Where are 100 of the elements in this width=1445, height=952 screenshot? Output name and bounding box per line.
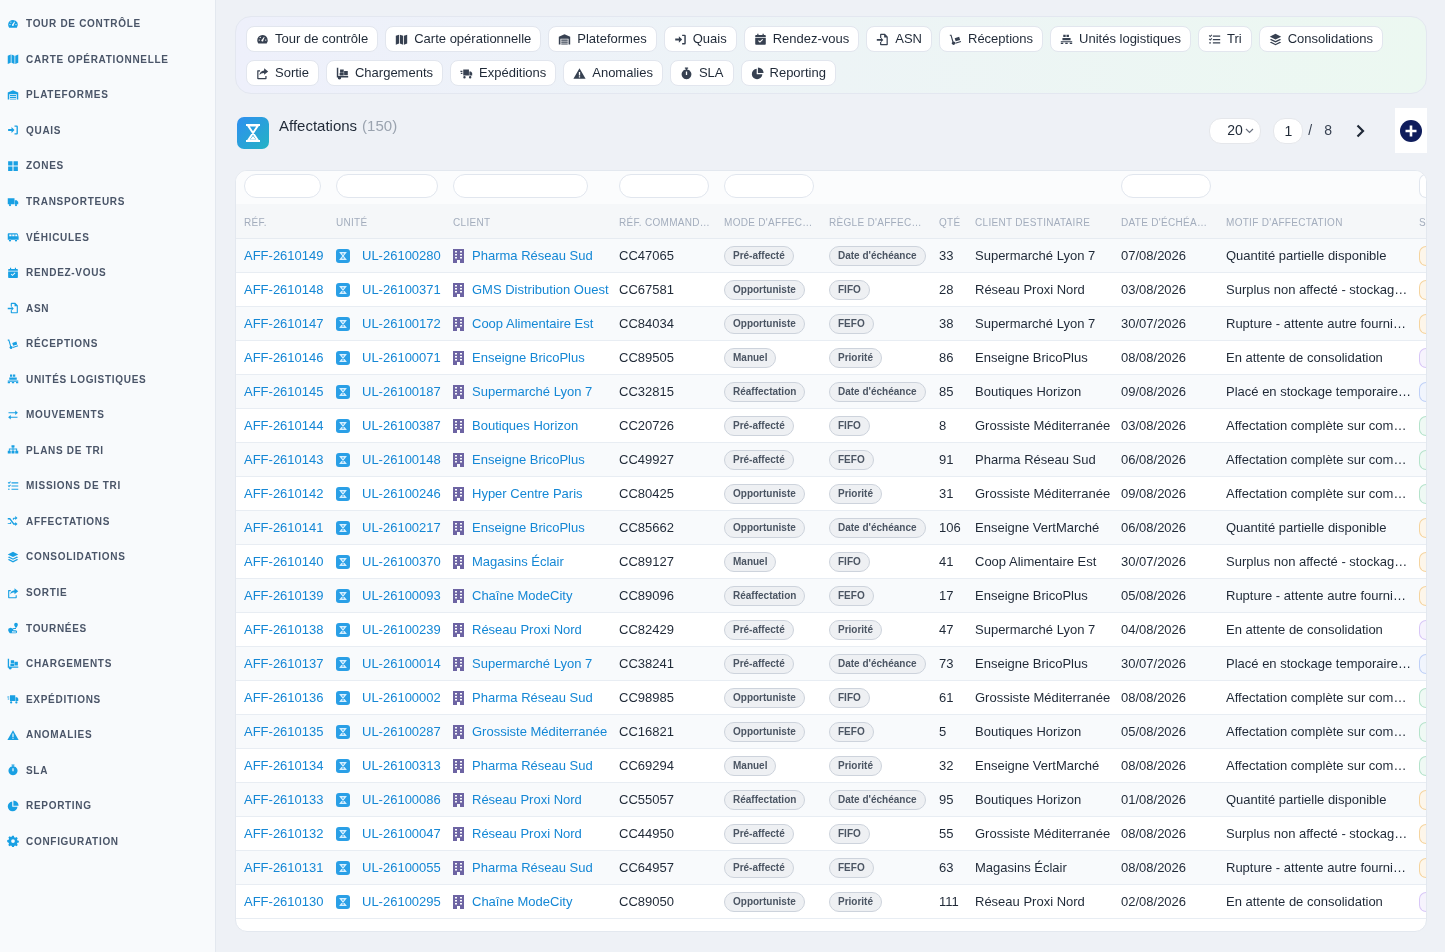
unit-link[interactable]: UL-26100014 <box>362 653 441 674</box>
sidebar-item[interactable]: ASN <box>0 290 215 326</box>
unit-link[interactable]: UL-26100371 <box>362 279 441 300</box>
nav-tab[interactable]: ASN <box>866 26 932 52</box>
reference-link[interactable]: AFF-2610137 <box>244 653 324 674</box>
unit-link[interactable]: UL-26100246 <box>362 483 441 504</box>
unit-link[interactable]: UL-26100217 <box>362 517 441 538</box>
unit-link[interactable]: UL-26100239 <box>362 619 441 640</box>
filter-field[interactable] <box>244 174 321 198</box>
unit-link[interactable]: UL-26100187 <box>362 381 441 402</box>
reference-link[interactable]: AFF-2610133 <box>244 789 324 810</box>
reference-link[interactable]: AFF-2610140 <box>244 551 324 572</box>
unit-link[interactable]: UL-26100172 <box>362 313 441 334</box>
nav-tab[interactable]: Chargements <box>325 60 443 86</box>
unit-link[interactable]: UL-26100086 <box>362 789 441 810</box>
sidebar-item[interactable]: CONSOLIDATIONS <box>0 539 215 575</box>
unit-link[interactable]: UL-26100387 <box>362 415 441 436</box>
reference-link[interactable]: AFF-2610148 <box>244 279 324 300</box>
client-link[interactable]: Hyper Centre Paris <box>472 483 583 504</box>
sidebar-item[interactable]: CARTE OPÉRATIONNELLE <box>0 41 215 78</box>
unit-link[interactable]: UL-26100055 <box>362 857 441 878</box>
page-input[interactable]: 1 <box>1273 117 1304 144</box>
client-link[interactable]: Pharma Réseau Sud <box>472 755 593 776</box>
sidebar-item[interactable]: MISSIONS DE TRI <box>0 468 215 504</box>
nav-tab[interactable]: Consolidations <box>1258 26 1383 52</box>
sidebar-item[interactable]: EXPÉDITIONS <box>0 681 215 717</box>
sidebar-item[interactable]: REPORTING <box>0 788 215 824</box>
nav-tab[interactable]: Plateformes <box>548 26 657 52</box>
client-link[interactable]: Supermarché Lyon 7 <box>472 653 593 674</box>
reference-link[interactable]: AFF-2610149 <box>244 245 324 266</box>
client-link[interactable]: Chaîne ModeCity <box>472 585 573 606</box>
client-link[interactable]: Pharma Réseau Sud <box>472 245 593 266</box>
nav-tab[interactable]: Unités logistiques <box>1050 26 1191 52</box>
filter-field[interactable] <box>1121 174 1211 198</box>
filter-field[interactable] <box>1419 174 1426 198</box>
reference-link[interactable]: AFF-2610130 <box>244 891 324 912</box>
filter-field[interactable] <box>724 174 814 198</box>
nav-tab[interactable]: Sortie <box>246 60 319 86</box>
sidebar-item[interactable]: SLA <box>0 752 215 789</box>
sidebar-item[interactable]: AFFECTATIONS <box>0 503 215 540</box>
unit-link[interactable]: UL-26100313 <box>362 755 441 776</box>
reference-link[interactable]: AFF-2610132 <box>244 823 324 844</box>
nav-tab[interactable]: Rendez-vous <box>743 26 860 52</box>
reference-link[interactable]: AFF-2610145 <box>244 381 324 402</box>
sidebar-item[interactable]: ZONES <box>0 148 215 184</box>
client-link[interactable]: Réseau Proxi Nord <box>472 789 582 810</box>
reference-link[interactable]: AFF-2610131 <box>244 857 324 878</box>
client-link[interactable]: Pharma Réseau Sud <box>472 857 593 878</box>
unit-link[interactable]: UL-26100047 <box>362 823 441 844</box>
unit-link[interactable]: UL-26100093 <box>362 585 441 606</box>
client-link[interactable]: Supermarché Lyon 7 <box>472 381 593 402</box>
sidebar-item[interactable]: ANOMALIES <box>0 716 215 753</box>
reference-link[interactable]: AFF-2610136 <box>244 687 324 708</box>
nav-tab[interactable]: Anomalies <box>563 60 663 86</box>
reference-link[interactable]: AFF-2610135 <box>244 721 324 742</box>
reference-link[interactable]: AFF-2610147 <box>244 313 324 334</box>
client-link[interactable]: Boutiques Horizon <box>472 415 579 436</box>
nav-tab[interactable]: Tri <box>1197 26 1252 52</box>
unit-link[interactable]: UL-26100370 <box>362 551 441 572</box>
unit-link[interactable]: UL-26100287 <box>362 721 441 742</box>
reference-link[interactable]: AFF-2610138 <box>244 619 324 640</box>
client-link[interactable]: Magasins Éclair <box>472 551 564 572</box>
client-link[interactable]: Chaîne ModeCity <box>472 891 573 912</box>
nav-tab[interactable]: Reporting <box>740 60 836 86</box>
sidebar-item[interactable]: PLANS DE TRI <box>0 432 215 469</box>
sidebar-item[interactable]: UNITÉS LOGISTIQUES <box>0 361 215 397</box>
sidebar-item[interactable]: VÉHICULES <box>0 219 215 255</box>
sidebar-item[interactable]: RÉCEPTIONS <box>0 325 215 362</box>
nav-tab[interactable]: Tour de contrôle <box>246 26 379 52</box>
sidebar-item[interactable]: TRANSPORTEURS <box>0 183 215 220</box>
sidebar-item[interactable]: MOUVEMENTS <box>0 397 215 433</box>
sidebar-item[interactable]: CHARGEMENTS <box>0 645 215 682</box>
client-link[interactable]: GMS Distribution Ouest <box>472 279 609 300</box>
page-size-select[interactable]: 20 <box>1209 117 1262 144</box>
sidebar-item[interactable]: TOURNÉES <box>0 610 215 646</box>
client-link[interactable]: Enseigne BricoPlus <box>472 517 585 538</box>
nav-tab[interactable]: Réceptions <box>939 26 1044 52</box>
sidebar-item[interactable]: QUAIS <box>0 112 215 149</box>
reference-link[interactable]: AFF-2610139 <box>244 585 324 606</box>
add-button[interactable] <box>1395 108 1427 153</box>
unit-link[interactable]: UL-26100002 <box>362 687 441 708</box>
reference-link[interactable]: AFF-2610142 <box>244 483 324 504</box>
sidebar-item[interactable]: CONFIGURATION <box>0 823 215 860</box>
reference-link[interactable]: AFF-2610144 <box>244 415 324 436</box>
client-link[interactable]: Pharma Réseau Sud <box>472 687 593 708</box>
nav-tab[interactable]: Expéditions <box>450 60 557 86</box>
filter-field[interactable] <box>619 174 709 198</box>
nav-tab[interactable]: SLA <box>669 60 734 86</box>
unit-link[interactable]: UL-26100071 <box>362 347 441 368</box>
sidebar-item[interactable]: TOUR DE CONTRÔLE <box>0 6 215 42</box>
client-link[interactable]: Réseau Proxi Nord <box>472 823 582 844</box>
unit-link[interactable]: UL-26100148 <box>362 449 441 470</box>
client-link[interactable]: Réseau Proxi Nord <box>472 619 582 640</box>
nav-tab[interactable]: Quais <box>663 26 737 52</box>
client-link[interactable]: Coop Alimentaire Est <box>472 313 594 334</box>
sidebar-item[interactable]: PLATEFORMES <box>0 77 215 113</box>
filter-field[interactable] <box>336 174 438 198</box>
unit-link[interactable]: UL-26100280 <box>362 245 441 266</box>
reference-link[interactable]: AFF-2610141 <box>244 517 324 538</box>
sidebar-item[interactable]: RENDEZ-VOUS <box>0 254 215 291</box>
